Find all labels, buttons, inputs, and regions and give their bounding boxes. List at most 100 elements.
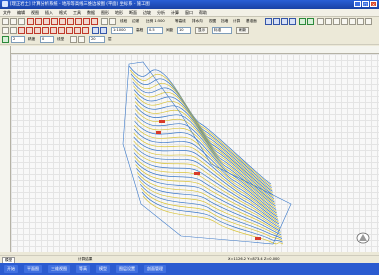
draw-line-icon[interactable] xyxy=(27,18,34,25)
scale-field[interactable]: 1:1000 xyxy=(111,27,133,34)
result-label: 计算结果 xyxy=(78,257,93,261)
precision-field[interactable]: 2 xyxy=(11,36,25,43)
menu-terrain[interactable]: 地形 xyxy=(112,9,126,16)
marker-4[interactable] xyxy=(255,237,261,240)
extend-icon[interactable] xyxy=(58,27,65,34)
move-icon[interactable] xyxy=(10,27,17,34)
zoom-out-icon[interactable] xyxy=(281,18,288,25)
drawing-canvas[interactable] xyxy=(11,54,379,252)
new-icon[interactable] xyxy=(2,18,9,25)
maximize-button[interactable]: □ xyxy=(362,1,369,7)
lineweight-icon[interactable] xyxy=(78,36,85,43)
app-icon xyxy=(2,1,8,7)
tb-label-datum[interactable]: 基准面 xyxy=(246,18,257,25)
tb-label-line[interactable]: 线段 xyxy=(120,18,127,25)
profile-icon[interactable] xyxy=(100,27,107,34)
menu-section[interactable]: 断面 xyxy=(126,9,140,16)
horizontal-ruler xyxy=(10,46,379,54)
elevation-field[interactable]: 0.5 xyxy=(147,27,163,34)
draw-polygon-icon[interactable] xyxy=(59,18,66,25)
pan-icon[interactable] xyxy=(289,18,296,25)
erase-icon[interactable] xyxy=(82,27,89,34)
task-contour[interactable]: 等高 xyxy=(76,265,90,273)
toolbar-tertiary: 2 精度 0 线型 20 层 xyxy=(0,35,379,45)
window-controls: _ □ × xyxy=(354,1,377,7)
zoom-in-icon[interactable] xyxy=(273,18,280,25)
linetype-field[interactable]: 0 xyxy=(40,36,54,43)
task-model[interactable]: 模型 xyxy=(96,265,110,273)
menu-slope[interactable]: 边坡 xyxy=(140,9,154,16)
tb-label-contour[interactable]: 等高线 xyxy=(175,18,186,25)
start-button[interactable]: 开始 xyxy=(4,265,18,273)
offset-icon[interactable] xyxy=(66,27,73,34)
marker-3[interactable] xyxy=(194,172,200,175)
tb-label-view[interactable]: 视图 xyxy=(209,18,216,25)
save-icon[interactable] xyxy=(18,18,25,25)
vertical-ruler xyxy=(0,46,11,252)
draw-rect-icon[interactable] xyxy=(67,18,74,25)
tb-label-wall[interactable]: 挡墙 xyxy=(221,18,228,25)
draw-circle-icon[interactable] xyxy=(51,18,58,25)
undo-icon[interactable] xyxy=(101,18,108,25)
grid-icon[interactable] xyxy=(299,18,306,25)
style-select[interactable]: 标准 xyxy=(212,27,232,34)
north-arrow-icon xyxy=(356,232,370,244)
redo-icon[interactable] xyxy=(109,18,116,25)
settings-icon[interactable] xyxy=(349,18,356,25)
draw-curve-icon[interactable] xyxy=(35,18,42,25)
draw-hatch-icon[interactable] xyxy=(91,18,98,25)
close-button[interactable]: × xyxy=(370,1,377,7)
properties-icon[interactable] xyxy=(317,18,324,25)
trim-icon[interactable] xyxy=(50,27,57,34)
snap-icon[interactable] xyxy=(307,18,314,25)
menu-edit[interactable]: 编辑 xyxy=(14,9,28,16)
open-icon[interactable] xyxy=(10,18,17,25)
tb-label-drain[interactable]: 排水沟 xyxy=(192,18,203,25)
color-icon[interactable] xyxy=(70,36,77,43)
tb-label-slope[interactable]: 边坡 xyxy=(132,18,139,25)
layer-toggle-icon[interactable] xyxy=(2,36,9,43)
scale-icon[interactable] xyxy=(42,27,49,34)
measure-icon[interactable] xyxy=(325,18,332,25)
menu-insert[interactable]: 插入 xyxy=(42,9,56,16)
display-tab[interactable]: 显示 xyxy=(195,27,209,34)
layer-field[interactable]: 20 xyxy=(89,36,105,43)
menu-data[interactable]: 数据 xyxy=(84,9,98,16)
task-profile[interactable]: 剖面管理 xyxy=(144,265,166,273)
minimize-button[interactable]: _ xyxy=(354,1,361,7)
help-icon[interactable] xyxy=(357,18,364,25)
rotate-icon[interactable] xyxy=(26,27,33,34)
task-layers[interactable]: 图层设置 xyxy=(116,265,138,273)
menu-view[interactable]: 视图 xyxy=(28,9,42,16)
menu-analysis[interactable]: 分析 xyxy=(154,9,168,16)
menu-tools[interactable]: 工具 xyxy=(70,9,84,16)
draw-arc-icon[interactable] xyxy=(43,18,50,25)
section-icon[interactable] xyxy=(92,27,99,34)
draw-text-icon[interactable] xyxy=(83,18,90,25)
layer-icon[interactable] xyxy=(265,18,272,25)
marker-2[interactable] xyxy=(156,131,161,134)
menu-window[interactable]: 窗口 xyxy=(182,9,196,16)
menu-help[interactable]: 帮助 xyxy=(196,9,210,16)
task-plan[interactable]: 平面图 xyxy=(24,265,42,273)
draw-point-icon[interactable] xyxy=(75,18,82,25)
menu-file[interactable]: 文件 xyxy=(0,9,14,16)
menu-graphics[interactable]: 图形 xyxy=(98,9,112,16)
coordinate-readout: X=1126.2 Y=873.4 Z=0.000 xyxy=(228,257,280,261)
copy-icon[interactable] xyxy=(18,27,25,34)
export-icon[interactable] xyxy=(341,18,348,25)
select-icon[interactable] xyxy=(2,27,9,34)
spacing-field[interactable]: 10 xyxy=(177,27,191,34)
tb-label-scale[interactable]: 比例 1:500 xyxy=(146,18,165,25)
refresh-button[interactable]: 刷新 xyxy=(236,27,250,34)
info-icon[interactable] xyxy=(365,18,372,25)
array-icon[interactable] xyxy=(74,27,81,34)
menu-format[interactable]: 格式 xyxy=(56,9,70,16)
task-3d[interactable]: 三维视图 xyxy=(48,265,70,273)
contour-lines xyxy=(122,61,292,245)
tb-label-calc[interactable]: 计算 xyxy=(233,18,240,25)
menu-calc[interactable]: 计算 xyxy=(168,9,182,16)
mirror-icon[interactable] xyxy=(34,27,41,34)
print-icon[interactable] xyxy=(333,18,340,25)
marker-1[interactable] xyxy=(159,120,165,123)
